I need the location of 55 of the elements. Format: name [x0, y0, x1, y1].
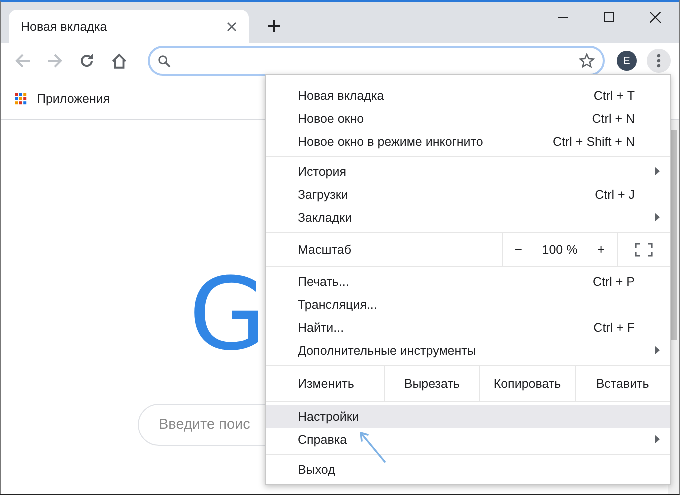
menu-button[interactable]: [647, 49, 671, 73]
shortcut-text: Ctrl + Shift + N: [553, 134, 635, 148]
edit-button[interactable]: Вставить: [574, 366, 670, 401]
shortcut-text: Ctrl + T: [594, 88, 635, 102]
zoom-out-button[interactable]: −: [510, 240, 526, 259]
logo-letter: G: [189, 265, 266, 365]
star-icon[interactable]: [579, 53, 595, 69]
shortcut-text: Ctrl + J: [595, 188, 635, 202]
menu-item-label: Выход: [298, 462, 336, 476]
menu-item-label: Дополнительные инструменты: [298, 344, 478, 358]
menu-item-label: Справка: [298, 432, 348, 446]
menu-item[interactable]: Трансляция...: [266, 293, 670, 316]
menu-item-label: Масштаб: [297, 242, 352, 258]
menu-item-label: Новое окно: [298, 112, 366, 126]
menu-item-label: Новая вкладка: [298, 88, 386, 102]
menu-item-label: Найти...: [298, 320, 346, 334]
profile-avatar[interactable]: E: [617, 51, 637, 71]
shortcut-text: Ctrl + P: [592, 274, 635, 288]
home-icon[interactable]: [111, 52, 128, 70]
menu-item[interactable]: Новое окно Ctrl + N: [266, 107, 670, 130]
shortcut-text: Ctrl + F: [594, 320, 635, 334]
close-icon[interactable]: [650, 12, 661, 23]
menu-item[interactable]: Загрузки Ctrl + J: [266, 183, 670, 206]
reload-icon[interactable]: [79, 53, 95, 69]
menu-item[interactable]: История: [266, 160, 670, 183]
bookmark-link[interactable]: Приложения: [37, 92, 110, 106]
menu-item-label: История: [298, 164, 348, 178]
menu-item-label: Изменить: [297, 376, 356, 392]
zoom-in-button[interactable]: +: [594, 240, 610, 259]
apps-grid-icon: [15, 93, 27, 105]
pointer-arrow-drawing: [358, 430, 388, 464]
menu-item-label: Загрузки: [298, 188, 350, 202]
menu-item[interactable]: Новое окно в режиме инкогнито Ctrl + Shift + N: [266, 130, 670, 153]
menu-item[interactable]: Выход: [266, 458, 670, 481]
menu-item[interactable]: Справка: [266, 428, 670, 451]
search-icon: [158, 54, 171, 68]
menu-item[interactable]: Печать... Ctrl + P: [266, 270, 670, 293]
menu-item[interactable]: Найти... Ctrl + F: [266, 316, 670, 339]
menu-item[interactable]: Настройки: [266, 405, 670, 428]
zoom-level: 100 %: [542, 242, 578, 256]
menu-item-label: Настройки: [298, 410, 360, 424]
menu-item-label: Печать...: [298, 274, 350, 288]
menu-item[interactable]: Закладки: [266, 206, 670, 229]
menu-item-label: Трансляция...: [298, 298, 378, 312]
fullscreen-icon[interactable]: [635, 242, 653, 256]
menu-item-label: Новое окно в режиме инкогнито: [298, 134, 484, 148]
close-icon[interactable]: [227, 22, 237, 32]
menu-item[interactable]: Дополнительные инструменты: [266, 339, 670, 362]
menu-item[interactable]: Новая вкладка Ctrl + T: [266, 84, 670, 107]
menu-item-label: Закладки: [298, 210, 354, 224]
maximize-icon[interactable]: [604, 12, 614, 22]
browser-tab[interactable]: Новая вкладка: [9, 10, 249, 43]
menu-icon: [657, 54, 661, 68]
new-tab-icon[interactable]: [267, 19, 281, 33]
shortcut-text: Ctrl + N: [592, 112, 635, 126]
